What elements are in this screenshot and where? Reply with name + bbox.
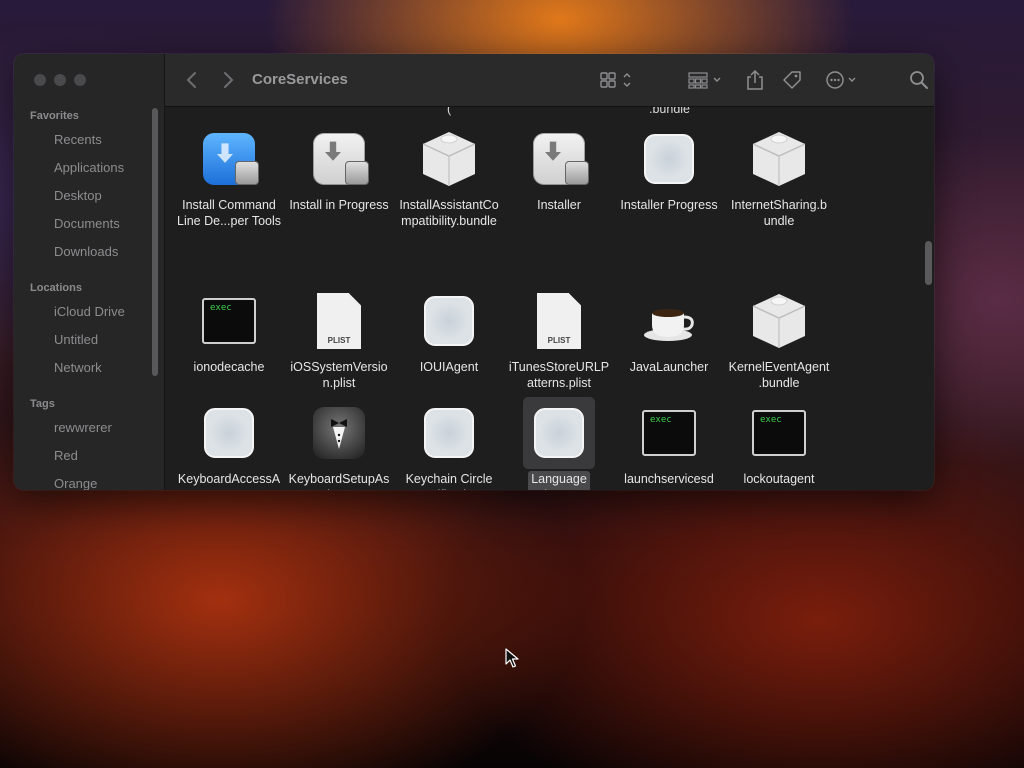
sidebar-item-tag-orange[interactable]: Orange: [54, 476, 97, 490]
exec-icon: exec: [747, 401, 811, 465]
file-label: Installer Progress: [620, 198, 718, 212]
partial-item-label: .bundle: [649, 107, 691, 116]
file-item-installer[interactable]: Installer: [504, 127, 614, 213]
tag-button[interactable]: [781, 68, 803, 92]
file-label: Install in Progress: [289, 198, 389, 212]
tuxedo-icon: [307, 401, 371, 465]
file-label: KernelEventAgent .bundle: [728, 360, 830, 390]
sidebar-item-tag-rewwrerer[interactable]: rewwrerer: [54, 420, 112, 435]
file-item-keyboardaccessagent[interactable]: KeyboardAccessA gent: [174, 401, 284, 490]
file-item-lockoutagent[interactable]: exec lockoutagent: [724, 401, 834, 487]
file-label: Keychain Circle Notification: [405, 472, 493, 490]
window-controls: [34, 74, 86, 86]
zoom-window-button[interactable]: [74, 74, 86, 86]
mouse-pointer-icon: [505, 648, 519, 668]
sidebar-item-downloads[interactable]: Downloads: [54, 244, 118, 259]
share-icon: [747, 69, 763, 90]
generic-app-icon: [417, 289, 481, 353]
coffee-cup-icon: [637, 289, 701, 353]
blue-installer-icon: [197, 127, 261, 191]
group-by-button[interactable]: [687, 68, 727, 92]
sidebar-item-desktop[interactable]: Desktop: [54, 188, 102, 203]
file-item-install-in-progress[interactable]: Install in Progress: [284, 127, 394, 213]
file-label: Installer: [537, 198, 581, 212]
file-item-iouiagent[interactable]: IOUIAgent: [394, 289, 504, 375]
sidebar-item-tag-red[interactable]: Red: [54, 448, 78, 463]
file-label: InternetSharing.b undle: [731, 198, 827, 228]
chevron-left-icon: [186, 72, 196, 88]
bundle-icon: [747, 127, 811, 191]
content-scrollbar[interactable]: [925, 241, 932, 285]
file-item-installassistantcompatibility-bundle[interactable]: InstallAssistantCo mpatibility.bundle: [394, 127, 504, 229]
plist-icon: PLIST: [527, 289, 591, 353]
close-window-button[interactable]: [34, 74, 46, 86]
search-button[interactable]: [909, 68, 929, 92]
sidebar-item-untitled[interactable]: Untitled: [54, 332, 98, 347]
file-label: lockoutagent: [743, 472, 815, 486]
sidebar-item-network[interactable]: Network: [54, 360, 102, 375]
installer-icon: [527, 127, 591, 191]
minimize-window-button[interactable]: [54, 74, 66, 86]
generic-app-icon: [417, 401, 481, 465]
bundle-icon: [417, 127, 481, 191]
partial-item-label: (: [447, 107, 452, 116]
search-icon: [910, 71, 928, 89]
sidebar-item-applications[interactable]: Applications: [54, 160, 124, 175]
sidebar-section-tags: Tags: [30, 398, 55, 410]
grid-view-icon: [600, 72, 631, 88]
file-item-iossystemversion-plist[interactable]: PLIST iOSSystemVersio n.plist: [284, 289, 394, 391]
file-item-javalauncher[interactable]: JavaLauncher: [614, 289, 724, 375]
generic-app-icon: [637, 127, 701, 191]
sidebar-section-favorites: Favorites: [30, 110, 79, 122]
file-label: InstallAssistantCo mpatibility.bundle: [399, 198, 499, 228]
chevron-right-icon: [224, 72, 234, 88]
finder-window: Favorites Recents Applications Desktop D…: [14, 54, 934, 490]
file-item-language-chooser[interactable]: Language Chooser: [504, 397, 614, 490]
group-by-icon: [688, 72, 721, 89]
file-label: KeyboardAccessA gent: [177, 472, 281, 490]
sidebar: Favorites Recents Applications Desktop D…: [14, 54, 165, 490]
file-label: launchservicesd: [624, 472, 714, 486]
installer-icon: [307, 127, 371, 191]
bundle-icon: [747, 289, 811, 353]
ellipsis-circle-icon: [826, 71, 856, 89]
file-item-itunesstoreurlpatterns-plist[interactable]: PLIST iTunesStoreURLP atterns.plist: [504, 289, 614, 391]
file-label: Install Command Line De...per Tools: [177, 198, 281, 228]
sidebar-section-locations: Locations: [30, 282, 82, 294]
file-item-kerneleventagent-bundle[interactable]: KernelEventAgent .bundle: [724, 289, 834, 391]
exec-icon: exec: [637, 401, 701, 465]
file-label: iOSSystemVersio n.plist: [290, 360, 388, 390]
generic-app-icon: [523, 397, 595, 469]
sidebar-item-icloud-drive[interactable]: iCloud Drive: [54, 304, 125, 319]
file-item-keyboardsetupassistant[interactable]: KeyboardSetupAs sistant: [284, 401, 394, 490]
more-actions-button[interactable]: [825, 68, 861, 92]
file-item-installer-progress[interactable]: Installer Progress: [614, 127, 724, 213]
forward-button[interactable]: [221, 68, 235, 92]
view-mode-button[interactable]: [599, 68, 635, 92]
generic-app-icon: [197, 401, 261, 465]
file-item-internetsharing-bundle[interactable]: InternetSharing.b undle: [724, 127, 834, 229]
file-item-ionodecache[interactable]: exec ionodecache: [174, 289, 284, 375]
file-item-install-command-line-developer-tools[interactable]: Install Command Line De...per Tools: [174, 127, 284, 229]
exec-icon: exec: [197, 289, 261, 353]
file-label: Language Chooser: [528, 471, 590, 490]
file-label: JavaLauncher: [629, 360, 709, 374]
sidebar-item-recents[interactable]: Recents: [54, 132, 102, 147]
file-grid: ( .bundle Install Command Line De...per …: [165, 107, 934, 490]
toolbar: CoreServices: [165, 54, 934, 107]
sidebar-item-documents[interactable]: Documents: [54, 216, 120, 231]
file-label: ionodecache: [193, 360, 265, 374]
share-button[interactable]: [745, 68, 765, 92]
plist-icon: PLIST: [307, 289, 371, 353]
file-label: KeyboardSetupAs sistant: [288, 472, 390, 490]
back-button[interactable]: [185, 68, 199, 92]
file-item-keychain-circle-notification[interactable]: Keychain Circle Notification: [394, 401, 504, 490]
window-title: CoreServices: [252, 71, 348, 88]
sidebar-scrollbar[interactable]: [152, 108, 158, 376]
file-label: iTunesStoreURLP atterns.plist: [508, 360, 610, 390]
tag-icon: [783, 71, 801, 89]
file-item-launchservicesd[interactable]: exec launchservicesd: [614, 401, 724, 487]
file-label: IOUIAgent: [419, 360, 479, 374]
